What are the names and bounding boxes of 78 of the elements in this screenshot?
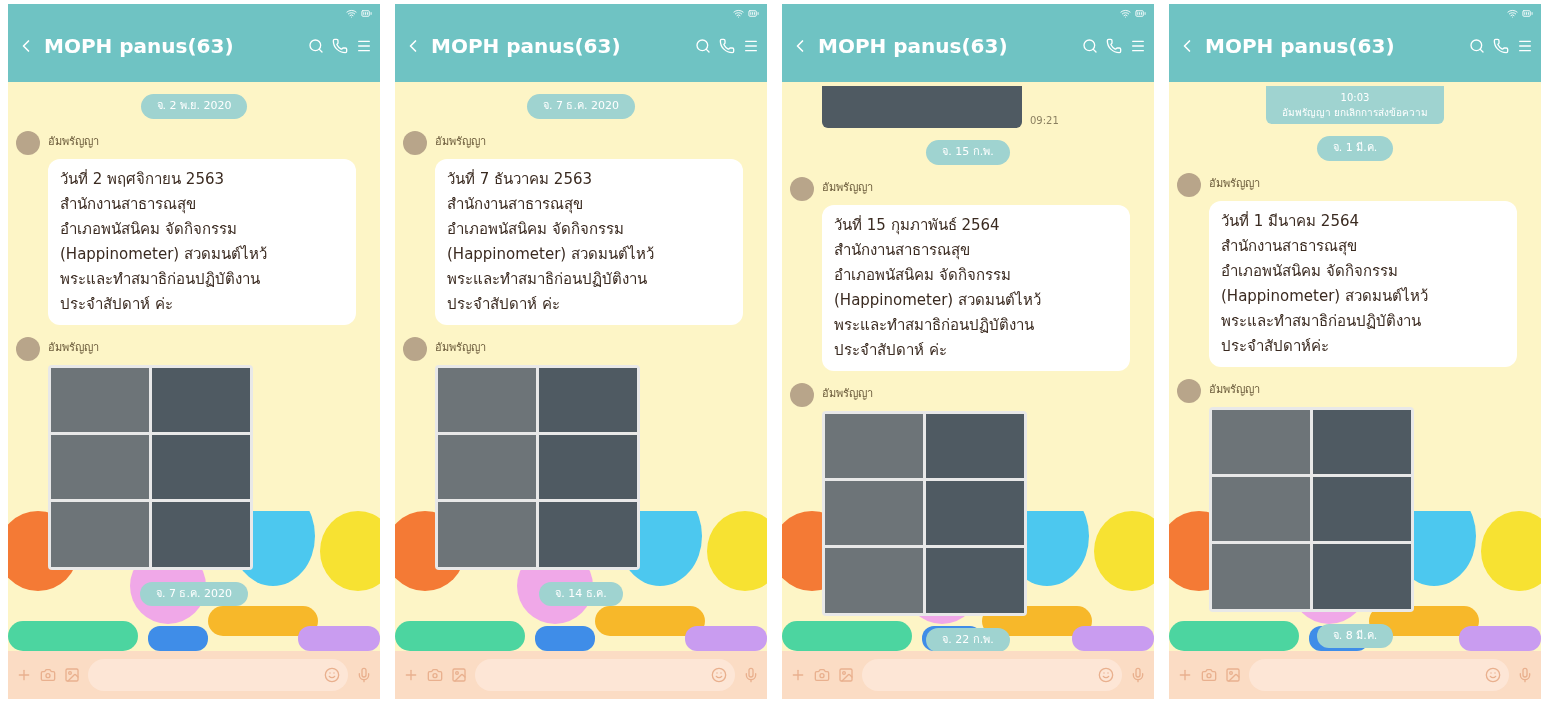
wifi-icon	[1120, 8, 1131, 19]
search-icon[interactable]	[308, 38, 324, 54]
phone-icon[interactable]	[719, 38, 735, 54]
message-bubble: วันที่ 1 มีนาคม 2564 สำนักงานสาธารณสุข อำเภอพนัสนิคม จัดกิจกรรม (Happinometer) สวดมนต์ไหว้ พระและทำสมาธิก่อนปฏิบัติงาน ประจำสัปดาห์ค่ะ	[1209, 200, 1517, 367]
smiley-icon[interactable]	[1098, 667, 1114, 683]
message-bubble: วันที่ 15 กุมภาพันธ์ 2564 สำนักงานสาธารณสุข อำเภอพนัสนิคม จัดกิจกรรม (Happinometer) สวดมนต์ไหว้ พระและทำสมาธิก่อนปฏิบัติงาน ประจำสัปดาห์ ค่ะ	[822, 204, 1130, 371]
menu-icon[interactable]	[1517, 38, 1533, 54]
avatar-icon	[403, 336, 427, 361]
message-input-field[interactable]	[862, 659, 1122, 691]
microphone-icon[interactable]	[743, 667, 759, 683]
battery-icon	[1522, 8, 1533, 19]
smiley-icon[interactable]	[324, 667, 340, 683]
avatar-icon	[1177, 172, 1201, 197]
camera-icon[interactable]	[40, 667, 56, 683]
battery-icon	[1135, 8, 1146, 19]
date-pill: จ. 1 มี.ค.	[1316, 136, 1394, 161]
system-notice: 10:03 อัมพรัญญา ยกเลิกการส่งข้อความ	[1265, 86, 1445, 124]
avatar-icon	[16, 336, 40, 361]
date-pill: จ. 7 ธ.ค. 2020	[527, 94, 635, 119]
date-pill: จ. 8 มี.ค.	[1316, 623, 1394, 648]
plus-icon[interactable]	[1177, 667, 1193, 683]
message-bubble: วันที่ 7 ธันวาคม 2563 สำนักงานสาธารณสุข อำเภอพนัสนิคม จัดกิจกรรม (Happinometer) สวดมนต์ไหว้ พระและทำสมาธิก่อนปฏิบัติงาน ประจำสัปดาห์ ค่ะ	[435, 158, 743, 325]
menu-icon[interactable]	[356, 38, 372, 54]
camera-icon[interactable]	[814, 667, 830, 683]
avatar-icon	[790, 176, 814, 201]
sender-name: อัมพรัญญา	[435, 134, 486, 151]
menu-icon[interactable]	[1130, 38, 1146, 54]
image-icon[interactable]	[838, 667, 854, 683]
camera-icon[interactable]	[1201, 667, 1217, 683]
phone-icon[interactable]	[1106, 38, 1122, 54]
message-input-field[interactable]	[1249, 659, 1509, 691]
phone-icon[interactable]	[1493, 38, 1509, 54]
avatar-icon	[403, 130, 427, 155]
microphone-icon[interactable]	[356, 667, 372, 683]
wifi-icon	[733, 8, 744, 19]
battery-icon	[748, 8, 759, 19]
sender-name: อัมพรัญญา	[1209, 176, 1260, 193]
chat-title: MOPH panus(63)	[44, 33, 234, 60]
date-pill: จ. 2 พ.ย. 2020	[140, 94, 248, 119]
plus-icon[interactable]	[16, 667, 32, 683]
camera-icon[interactable]	[427, 667, 443, 683]
date-pill: จ. 14 ธ.ค.	[539, 581, 623, 606]
avatar-icon	[790, 382, 814, 407]
search-icon[interactable]	[695, 38, 711, 54]
image-icon[interactable]	[64, 667, 80, 683]
smiley-icon[interactable]	[1485, 667, 1501, 683]
plus-icon[interactable]	[790, 667, 806, 683]
battery-icon	[361, 8, 372, 19]
image-icon[interactable]	[451, 667, 467, 683]
menu-icon[interactable]	[743, 38, 759, 54]
wifi-icon	[1507, 8, 1518, 19]
message-input-field[interactable]	[88, 659, 348, 691]
avatar-icon	[1177, 378, 1201, 403]
message-input-field[interactable]	[475, 659, 735, 691]
sender-name: อัมพรัญญา	[48, 134, 99, 151]
search-icon[interactable]	[1469, 38, 1485, 54]
wifi-icon	[346, 8, 357, 19]
microphone-icon[interactable]	[1130, 667, 1146, 683]
smiley-icon[interactable]	[711, 667, 727, 683]
message-time: 09:21	[1030, 114, 1059, 128]
sender-name: อัมพรัญญา	[822, 180, 873, 197]
sender-name: อัมพรัญญา	[48, 340, 99, 357]
message-bubble: วันที่ 2 พฤศจิกายน 2563 สำนักงานสาธารณสุข อำเภอพนัสนิคม จัดกิจกรรม (Happinometer) สวดมนต์ไหว้ พระและทำสมาธิก่อนปฏิบัติงาน ประจำสัปดาห์ ค่ะ	[48, 158, 356, 325]
chat-title: MOPH panus(63)	[818, 33, 1008, 60]
date-pill: จ. 22 ก.พ.	[926, 627, 1010, 651]
chat-title: MOPH panus(63)	[431, 33, 621, 60]
sender-name: อัมพรัญญา	[435, 340, 486, 357]
image-icon[interactable]	[1225, 667, 1241, 683]
search-icon[interactable]	[1082, 38, 1098, 54]
plus-icon[interactable]	[403, 667, 419, 683]
sender-name: อัมพรัญญา	[822, 386, 873, 403]
microphone-icon[interactable]	[1517, 667, 1533, 683]
phone-icon[interactable]	[332, 38, 348, 54]
chat-title: MOPH panus(63)	[1205, 33, 1395, 60]
date-pill: จ. 15 ก.พ.	[926, 140, 1010, 165]
sender-name: อัมพรัญญา	[1209, 382, 1260, 399]
avatar-icon	[16, 130, 40, 155]
date-pill: จ. 7 ธ.ค. 2020	[140, 581, 248, 606]
